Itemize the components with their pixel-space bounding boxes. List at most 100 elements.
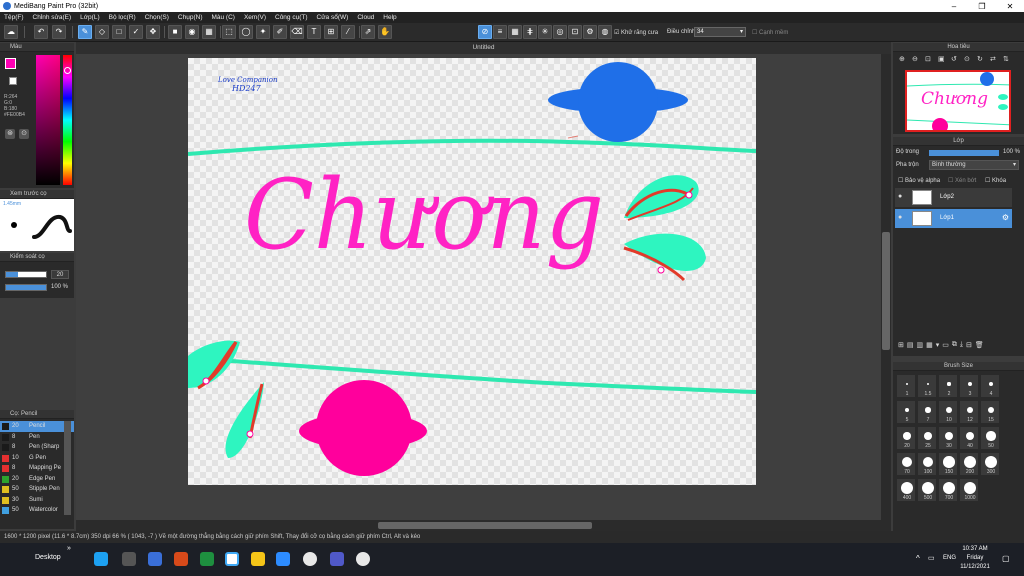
brush-size-cell[interactable]: 5 [896, 400, 916, 424]
zoom-in-icon[interactable]: ⊕ [899, 55, 905, 63]
new-1bit-layer-icon[interactable]: ▦ [926, 341, 933, 353]
hue-handle[interactable] [64, 67, 71, 74]
select-rect-icon[interactable]: ⬚ [222, 25, 236, 39]
duplicate-layer-icon[interactable]: ⧉ [952, 341, 957, 353]
lock-checkbox[interactable]: ☐ Khóa [985, 177, 1006, 184]
brush-list-item[interactable]: 30 Sumi [0, 495, 74, 506]
move-icon[interactable]: ✥ [146, 25, 160, 39]
brush-size-cell[interactable]: 30 [938, 426, 958, 450]
horizontal-scroll-thumb[interactable] [378, 522, 592, 529]
brush-size-cell[interactable]: 50 [980, 426, 1000, 450]
file-explorer-icon[interactable] [251, 552, 265, 566]
brush-size-cell[interactable]: 70 [896, 452, 916, 476]
app-icon-1[interactable] [122, 552, 136, 566]
brush-size-cell[interactable]: 400 [896, 478, 916, 502]
brush-list-item[interactable]: 8 Pen [0, 432, 74, 443]
snap-curve-icon[interactable]: ⊡ [568, 25, 582, 39]
hand-icon[interactable]: ✋ [378, 25, 392, 39]
select-eraser-icon[interactable]: ⌫ [290, 25, 304, 39]
snap-grid-icon[interactable]: ▦ [508, 25, 522, 39]
brush-size-cell[interactable]: 12 [959, 400, 979, 424]
flip-h-icon[interactable]: ⇄ [990, 55, 996, 63]
lasso-icon[interactable]: ◯ [239, 25, 253, 39]
clipping-checkbox[interactable]: ☐ Xén bớt [948, 177, 976, 184]
snap-circle-icon[interactable]: ◎ [553, 25, 567, 39]
new-halftone-layer-icon[interactable]: ▤ [907, 341, 914, 353]
navigator-preview[interactable]: Chương [905, 70, 1011, 132]
brush-list-item[interactable]: 8 Mapping Pe [0, 463, 74, 474]
rectangle-icon[interactable]: □ [112, 25, 126, 39]
new-layer-icon[interactable]: ⊞ [898, 341, 904, 353]
restore-button[interactable]: ❐ [968, 2, 996, 11]
layer-menu-icon[interactable]: ▾ [936, 341, 940, 353]
brush-list-item[interactable]: 50 Stipple Pen [0, 484, 74, 495]
magic-wand-icon[interactable]: ✦ [256, 25, 270, 39]
pen-tool-icon[interactable]: ✎ [78, 25, 92, 39]
brush-list-item[interactable]: 50 Watercolor [0, 505, 74, 516]
brush-size-cell[interactable]: 500 [917, 478, 937, 502]
antialias-checkbox[interactable]: ☑ Khử răng cưa [614, 29, 658, 36]
brush-size-cell[interactable]: 200 [959, 452, 979, 476]
chrome-icon-2[interactable] [356, 552, 370, 566]
excel-icon[interactable] [200, 552, 214, 566]
bucket-icon[interactable]: ◉ [185, 25, 199, 39]
brush-size-cell[interactable]: 1 [896, 374, 916, 398]
cloud-icon[interactable]: ☁ [4, 25, 18, 39]
undo-icon[interactable]: ↶ [34, 25, 48, 39]
menu-window[interactable]: Cửa sổ(W) [317, 14, 349, 21]
brush-size-cell[interactable]: 300 [980, 452, 1000, 476]
soft-edge-checkbox[interactable]: ☐ Cạnh mềm [752, 29, 788, 36]
brush-size-cell[interactable]: 20 [896, 426, 916, 450]
menu-cloud[interactable]: Cloud [357, 14, 374, 21]
layer-property-icon[interactable]: ⊟ [966, 341, 972, 353]
actual-size-icon[interactable]: ▣ [938, 55, 945, 63]
menu-select[interactable]: Chọn(S) [145, 14, 169, 21]
layer-opacity-slider[interactable] [929, 150, 999, 156]
operation-icon[interactable]: ⇗ [361, 25, 375, 39]
brush-size-cell[interactable]: 10 [938, 400, 958, 424]
desktop-label[interactable]: Desktop [35, 554, 61, 561]
text-tool-icon[interactable]: T [307, 25, 321, 39]
brush-size-slider[interactable] [5, 271, 47, 278]
rotate-left-icon[interactable]: ↺ [951, 55, 957, 63]
brush-list-item[interactable]: 8 Pen (Sharp [0, 442, 74, 453]
snap-vanish-icon[interactable]: ◍ [598, 25, 612, 39]
fit-icon[interactable]: ⊡ [925, 55, 931, 63]
document-tab[interactable]: Untitled [76, 42, 891, 54]
brush-list-item[interactable]: 20 Pencil [0, 421, 74, 432]
rotate-right-icon[interactable]: ↻ [977, 55, 983, 63]
flip-v-icon[interactable]: ⇅ [1003, 55, 1009, 63]
zoom-out-icon[interactable]: ⊖ [912, 55, 918, 63]
tray-expand-icon[interactable]: ^ [916, 554, 920, 563]
brush-list-item[interactable]: 20 Edge Pen [0, 474, 74, 485]
palette-icon[interactable]: ⊛ [5, 129, 15, 139]
menu-layer[interactable]: Lớp(L) [80, 14, 99, 21]
correction-select[interactable]: 34 ▾ [694, 27, 746, 37]
brush-size-cell[interactable]: 40 [959, 426, 979, 450]
delete-layer-icon[interactable]: 🗑 [975, 341, 984, 353]
brush-size-value[interactable]: 20 [51, 270, 69, 279]
secondary-color-swatch[interactable] [9, 77, 17, 85]
divide-tool-icon[interactable]: ⊞ [324, 25, 338, 39]
merge-down-icon[interactable]: ⤓ [960, 341, 963, 353]
brush-size-cell[interactable]: 1000 [959, 478, 979, 502]
snap-parallel-icon[interactable]: ≡ [493, 25, 507, 39]
vertical-scroll-thumb[interactable] [882, 232, 890, 350]
snap-off-icon[interactable]: ⊘ [478, 25, 492, 39]
brush-size-cell[interactable]: 7 [917, 400, 937, 424]
eye-icon[interactable]: ● [898, 193, 902, 200]
eyedropper-icon[interactable]: ⁄ [341, 25, 355, 39]
teams-icon[interactable] [330, 552, 344, 566]
skype-icon[interactable] [94, 552, 108, 566]
eraser-icon[interactable]: ◇ [95, 25, 109, 39]
brush-size-cell[interactable]: 25 [917, 426, 937, 450]
medibang-icon[interactable] [225, 552, 239, 566]
brush-size-cell[interactable]: 700 [938, 478, 958, 502]
layer-row[interactable]: ● Lớp1 ⚙ [895, 209, 1012, 228]
drawing-canvas[interactable]: Love Companion HD247 Chương [188, 58, 756, 485]
menu-tools[interactable]: Công cụ(T) [275, 14, 308, 21]
menu-color[interactable]: Màu (C) [211, 14, 234, 21]
menu-view[interactable]: Xem(V) [244, 14, 266, 21]
check-icon[interactable]: ✓ [129, 25, 143, 39]
brush-size-cell[interactable]: 3 [959, 374, 979, 398]
